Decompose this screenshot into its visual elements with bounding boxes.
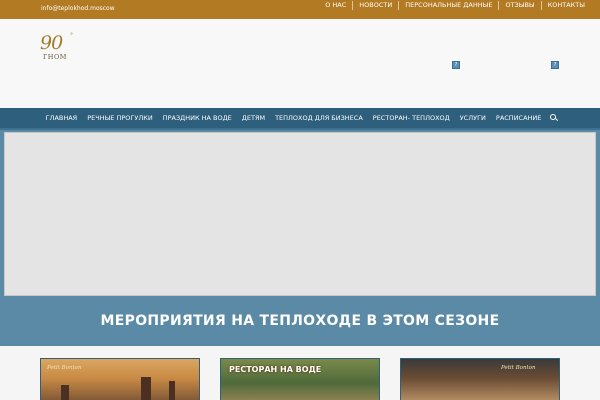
contact-email[interactable]: info@teplokhod.moscow	[41, 5, 115, 12]
nav-item-home[interactable]: ГЛАВНАЯ	[41, 114, 83, 122]
card-caption: РЕСТОРАН НА ВОДЕ	[229, 365, 322, 374]
top-bar: info@teplokhod.moscow О НАС НОВОСТИ ПЕРС…	[0, 0, 600, 19]
event-card[interactable]: Petit Bonton	[400, 358, 560, 400]
event-card[interactable]: РЕСТОРАН НА ВОДЕ	[220, 358, 380, 400]
search-icon[interactable]	[549, 113, 559, 123]
skyline-shape	[61, 385, 69, 400]
nav-item-business[interactable]: ТЕПЛОХОД ДЛЯ БИЗНЕСА	[270, 114, 368, 122]
broken-image-icon: ?	[452, 61, 460, 69]
logo-word: ГНОМ	[43, 53, 67, 61]
card-brand-logo: Petit Bonton	[501, 365, 536, 371]
logo-number: 90	[40, 32, 63, 54]
nav-item-kids[interactable]: ДЕТЯМ	[237, 114, 270, 122]
nav-item-celebration[interactable]: ПРАЗДНИК НА ВОДЕ	[158, 114, 237, 122]
site-logo[interactable]: 90 ° ГНОМ	[40, 32, 80, 64]
events-banner: МЕРОПРИЯТИЯ НА ТЕПЛОХОДЕ В ЭТОМ СЕЗОНЕ	[0, 296, 600, 346]
main-nav: ГЛАВНАЯ РЕЧНЫЕ ПРОГУЛКИ ПРАЗДНИК НА ВОДЕ…	[0, 108, 600, 128]
nav-item-schedule[interactable]: РАСПИСАНИЕ	[491, 114, 547, 122]
hero-slider[interactable]	[4, 132, 596, 296]
event-card[interactable]: Petit Bonton	[40, 358, 200, 400]
skyline-shape	[169, 381, 175, 400]
logo-degree: °	[70, 32, 73, 39]
hero-section	[0, 130, 600, 296]
nav-item-restaurant[interactable]: РЕСТОРАН- ТЕПЛОХОД	[368, 114, 455, 122]
nav-item-river-walks[interactable]: РЕЧНЫЕ ПРОГУЛКИ	[82, 114, 158, 122]
section-title: МЕРОПРИЯТИЯ НА ТЕПЛОХОДЕ В ЭТОМ СЕЗОНЕ	[100, 313, 500, 329]
top-link-reviews[interactable]: ОТЗЫВЫ	[498, 0, 540, 10]
top-link-personal-data[interactable]: ПЕРСОНАЛЬНЫЕ ДАННЫЕ	[398, 0, 498, 10]
site-header: 90 ° ГНОМ ? ?	[0, 19, 600, 109]
top-nav: О НАС НОВОСТИ ПЕРСОНАЛЬНЫЕ ДАННЫЕ ОТЗЫВЫ…	[319, 0, 591, 10]
broken-image-icon: ?	[551, 61, 559, 69]
skyline-shape	[141, 377, 151, 400]
top-link-contacts[interactable]: КОНТАКТЫ	[540, 0, 591, 10]
top-link-news[interactable]: НОВОСТИ	[352, 0, 398, 10]
nav-item-services[interactable]: УСЛУГИ	[455, 114, 491, 122]
event-cards: Petit Bonton РЕСТОРАН НА ВОДЕ Petit Bont…	[0, 346, 600, 400]
card-brand-logo: Petit Bonton	[47, 365, 82, 371]
top-link-about[interactable]: О НАС	[319, 1, 352, 10]
